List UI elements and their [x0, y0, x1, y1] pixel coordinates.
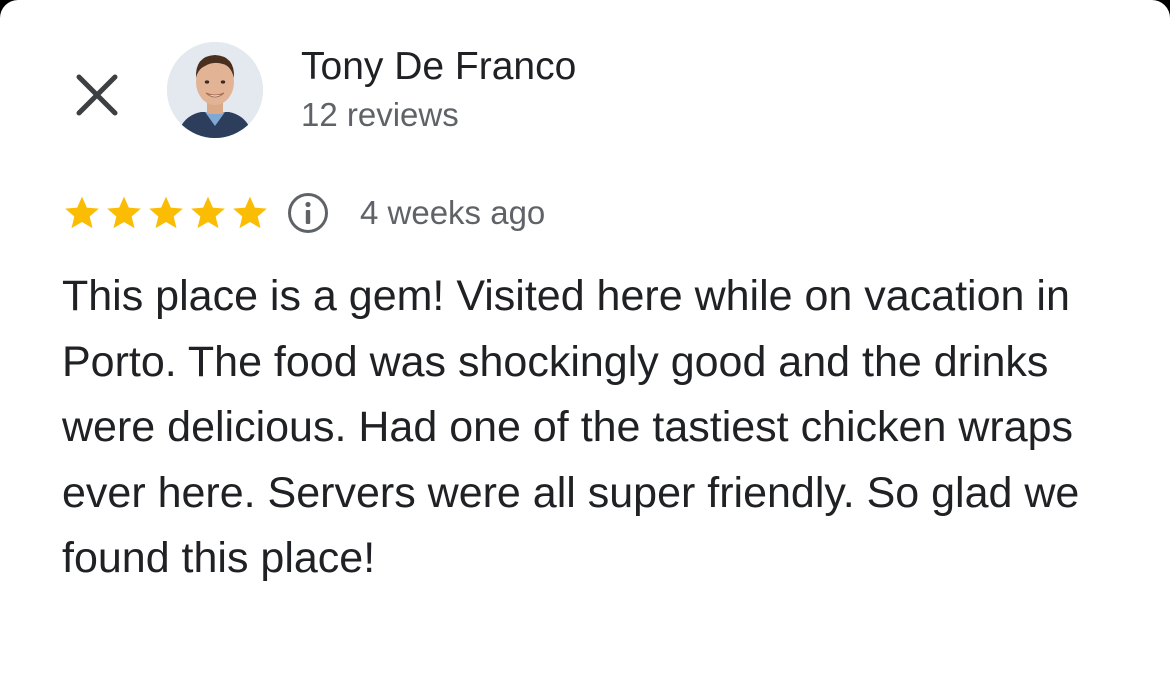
star-icon	[146, 193, 186, 233]
close-button[interactable]	[72, 70, 122, 120]
review-text: This place is a gem! Visited here while …	[62, 272, 1080, 582]
info-icon[interactable]	[286, 191, 330, 235]
review-count[interactable]: 12 reviews	[301, 94, 459, 136]
reviewer-name[interactable]: Tony De Franco	[301, 43, 576, 91]
star-icon	[188, 193, 228, 233]
star-icon	[230, 193, 270, 233]
review-card: Tony De Franco 12 reviews 4 weeks ago Th…	[0, 0, 1170, 690]
review-date: 4 weeks ago	[360, 194, 546, 231]
close-icon	[72, 70, 122, 120]
star-icon	[62, 193, 102, 233]
person-avatar-photo	[167, 42, 263, 138]
star-rating	[62, 193, 270, 233]
star-icon	[104, 193, 144, 233]
avatar[interactable]	[167, 42, 263, 138]
rating-row: 4 weeks ago	[62, 189, 545, 237]
